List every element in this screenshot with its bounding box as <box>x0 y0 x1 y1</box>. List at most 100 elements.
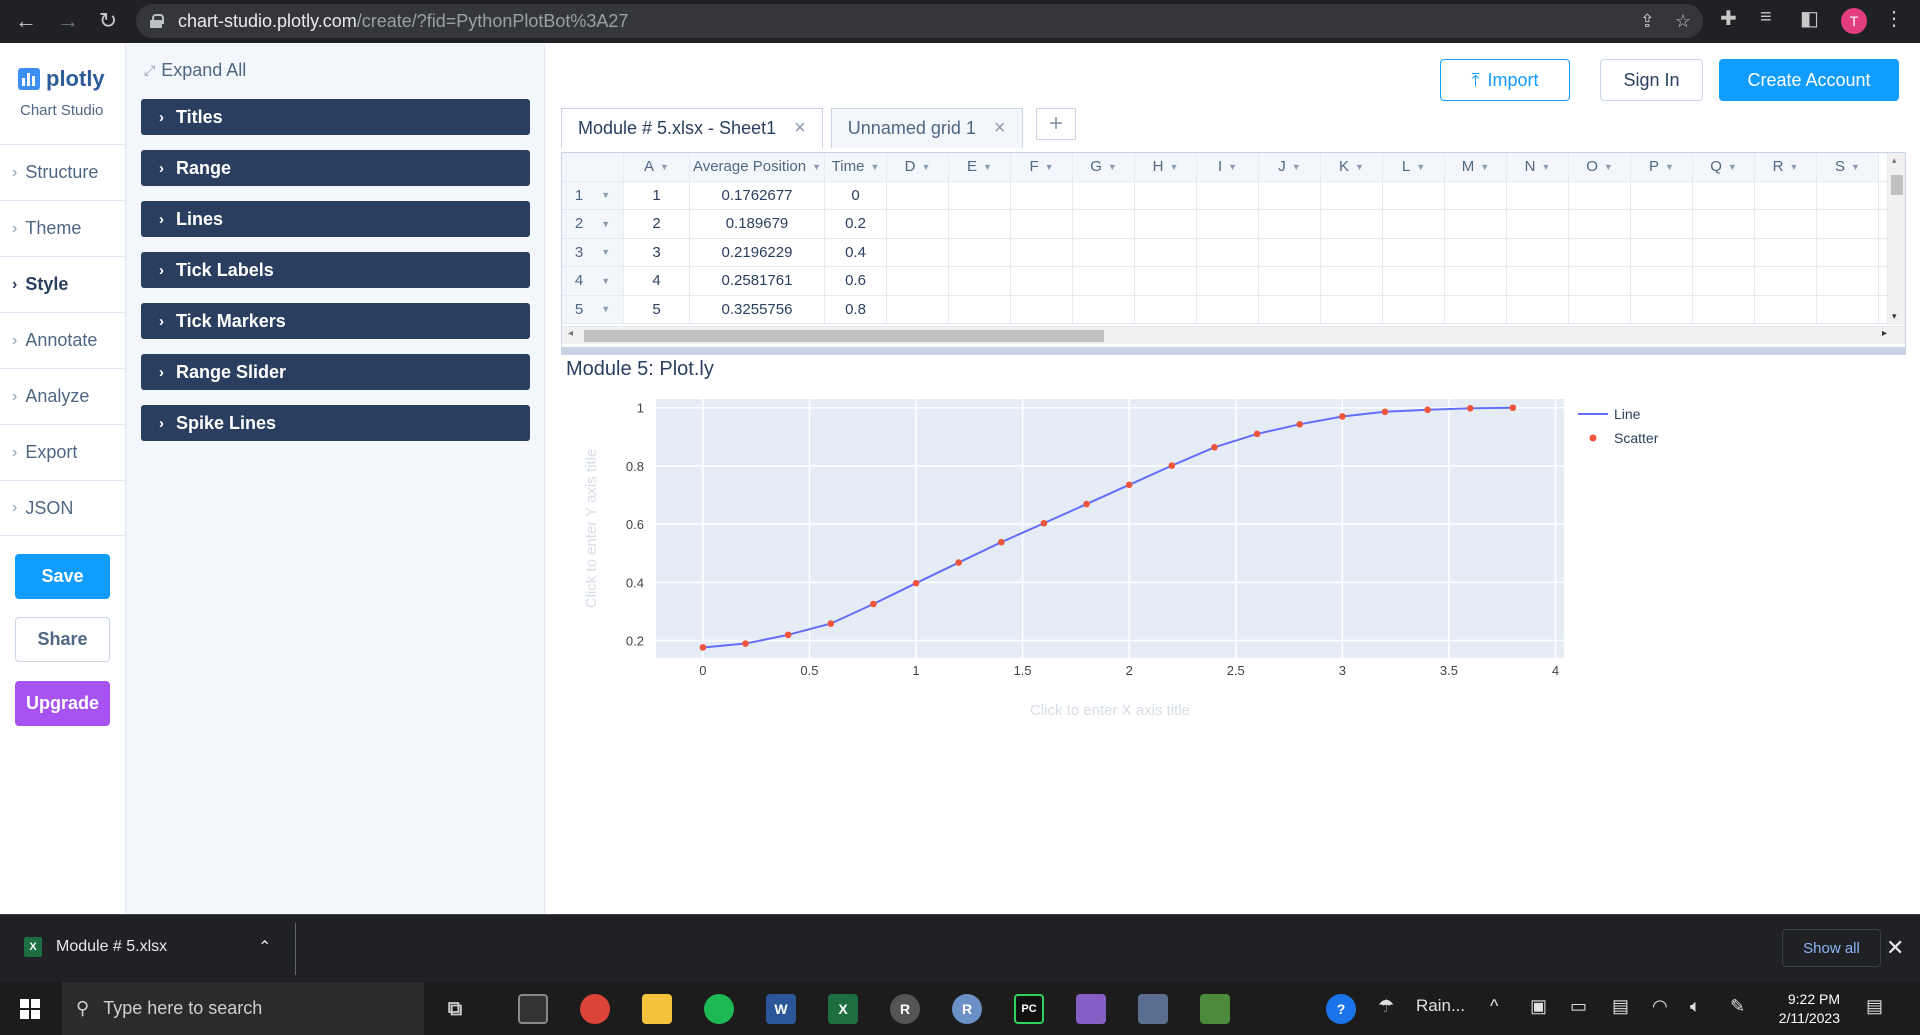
close-icon[interactable]: × <box>794 117 806 140</box>
pycharm-icon[interactable]: PC <box>1014 994 1044 1024</box>
table-cell[interactable] <box>949 210 1011 238</box>
display-icon[interactable]: ▤ <box>1612 996 1629 1017</box>
upgrade-button[interactable]: Upgrade <box>15 681 110 726</box>
table-cell[interactable] <box>1693 181 1755 209</box>
chart-svg[interactable]: 0 0.5 1 1.5 2 2.5 3 3.5 4 0.2 0.4 0.6 0.8 1 Module 5: … <box>546 358 1920 914</box>
table-cell[interactable] <box>887 181 949 209</box>
table-cell[interactable] <box>1383 181 1445 209</box>
nav-item-export[interactable]: › Export <box>0 424 125 480</box>
table-cell[interactable] <box>1569 238 1631 266</box>
table-cell[interactable] <box>1693 238 1755 266</box>
table-cell[interactable] <box>949 295 1011 323</box>
table-cell[interactable] <box>1445 295 1507 323</box>
dropdown-icon[interactable]: ▼ <box>601 219 610 229</box>
column-header[interactable]: R ▼ <box>1755 153 1817 181</box>
column-header[interactable]: E ▼ <box>949 153 1011 181</box>
nav-item-theme[interactable]: › Theme <box>0 200 125 256</box>
nav-item-json[interactable]: › JSON <box>0 480 125 536</box>
scroll-up-icon[interactable]: ▴ <box>1892 155 1897 166</box>
extensions-icon[interactable]: ✚ <box>1720 6 1737 31</box>
menu-kebab-icon[interactable]: ⋮ <box>1884 6 1904 31</box>
table-cell[interactable] <box>1507 210 1569 238</box>
nav-item-style[interactable]: › Style <box>0 256 125 312</box>
app-cube-icon[interactable] <box>1138 994 1168 1024</box>
vertical-scrollbar[interactable]: ▴ ▾ <box>1887 153 1905 325</box>
visual-studio-icon[interactable] <box>1076 994 1106 1024</box>
fold-tick-markers[interactable]: › Tick Markers <box>141 303 530 339</box>
fold-range-slider[interactable]: › Range Slider <box>141 354 530 390</box>
table-cell[interactable] <box>1259 238 1321 266</box>
sidepanel-icon[interactable]: ◧ <box>1800 6 1819 31</box>
nav-item-annotate[interactable]: › Annotate <box>0 312 125 368</box>
table-cell[interactable] <box>1755 295 1817 323</box>
show-all-button[interactable]: Show all <box>1782 929 1881 967</box>
table-cell[interactable] <box>1569 295 1631 323</box>
table-cell[interactable] <box>1817 210 1879 238</box>
dropdown-icon[interactable]: ▼ <box>660 162 669 172</box>
table-cell[interactable] <box>1631 267 1693 295</box>
dropdown-icon[interactable]: ▼ <box>1169 162 1178 172</box>
taskbar-search[interactable]: ⚲ Type here to search <box>62 982 424 1035</box>
column-header[interactable]: N ▼ <box>1507 153 1569 181</box>
dropdown-icon[interactable]: ▼ <box>870 162 879 172</box>
rstudio-icon[interactable]: R <box>890 994 920 1024</box>
table-cell[interactable] <box>1011 295 1073 323</box>
share-button[interactable]: Share <box>15 617 110 662</box>
table-cell[interactable] <box>1259 267 1321 295</box>
dropdown-icon[interactable]: ▼ <box>1851 162 1860 172</box>
dropdown-icon[interactable]: ▼ <box>812 162 821 172</box>
table-cell[interactable] <box>887 238 949 266</box>
scroll-right-icon[interactable]: ▸ <box>1882 328 1887 339</box>
table-cell[interactable] <box>1135 295 1197 323</box>
table-cell[interactable] <box>1569 210 1631 238</box>
wifi-icon[interactable]: ◠ <box>1652 996 1668 1017</box>
table-cell[interactable] <box>887 210 949 238</box>
fold-spike-lines[interactable]: › Spike Lines <box>141 405 530 441</box>
table-cell[interactable] <box>949 267 1011 295</box>
table-cell[interactable] <box>1755 210 1817 238</box>
file-explorer-icon[interactable] <box>642 994 672 1024</box>
table-cell[interactable] <box>1135 238 1197 266</box>
table-cell[interactable] <box>1445 210 1507 238</box>
table-cell[interactable]: 0.2 <box>825 210 887 238</box>
notifications-icon[interactable]: ▤ <box>1866 996 1883 1017</box>
table-cell[interactable]: 1 <box>624 181 690 209</box>
create-account-button[interactable]: Create Account <box>1719 59 1899 101</box>
close-icon[interactable]: × <box>994 117 1006 140</box>
table-cell[interactable] <box>1259 210 1321 238</box>
dropdown-icon[interactable]: ▼ <box>1665 162 1674 172</box>
column-header[interactable]: P ▼ <box>1631 153 1693 181</box>
nav-item-structure[interactable]: › Structure <box>0 144 125 200</box>
table-cell[interactable]: 0.3255756 <box>690 295 825 323</box>
dropdown-icon[interactable]: ▼ <box>983 162 992 172</box>
table-cell[interactable] <box>1569 181 1631 209</box>
table-cell[interactable] <box>1321 210 1383 238</box>
dropdown-icon[interactable]: ▼ <box>1789 162 1798 172</box>
table-cell[interactable] <box>1817 238 1879 266</box>
grid-resize-handle[interactable] <box>561 347 1906 355</box>
dropdown-icon[interactable]: ▼ <box>921 162 930 172</box>
scroll-down-icon[interactable]: ▾ <box>1892 311 1897 322</box>
table-cell[interactable] <box>1197 210 1259 238</box>
system-clock[interactable]: 9:22 PM 2/11/2023 <box>1760 990 1840 1028</box>
column-header[interactable]: S ▼ <box>1817 153 1879 181</box>
dropdown-icon[interactable]: ▼ <box>1604 162 1613 172</box>
save-button[interactable]: Save <box>15 554 110 599</box>
table-cell[interactable] <box>1445 238 1507 266</box>
help-icon[interactable]: ? <box>1326 994 1356 1024</box>
r-icon[interactable]: R <box>952 994 982 1024</box>
table-cell[interactable] <box>1321 238 1383 266</box>
dropdown-icon[interactable]: ▼ <box>1108 162 1117 172</box>
column-header[interactable]: O ▼ <box>1569 153 1631 181</box>
table-cell[interactable] <box>1507 238 1569 266</box>
add-grid-button[interactable]: + <box>1036 108 1076 140</box>
column-header[interactable]: I ▼ <box>1197 153 1259 181</box>
table-cell[interactable]: 0.1762677 <box>690 181 825 209</box>
table-cell[interactable] <box>1197 181 1259 209</box>
table-cell[interactable] <box>949 238 1011 266</box>
notepad-icon[interactable] <box>1200 994 1230 1024</box>
table-cell[interactable] <box>1507 267 1569 295</box>
battery-icon[interactable]: ▭ <box>1570 996 1587 1017</box>
column-header[interactable]: M ▼ <box>1445 153 1507 181</box>
table-cell[interactable] <box>1073 210 1135 238</box>
